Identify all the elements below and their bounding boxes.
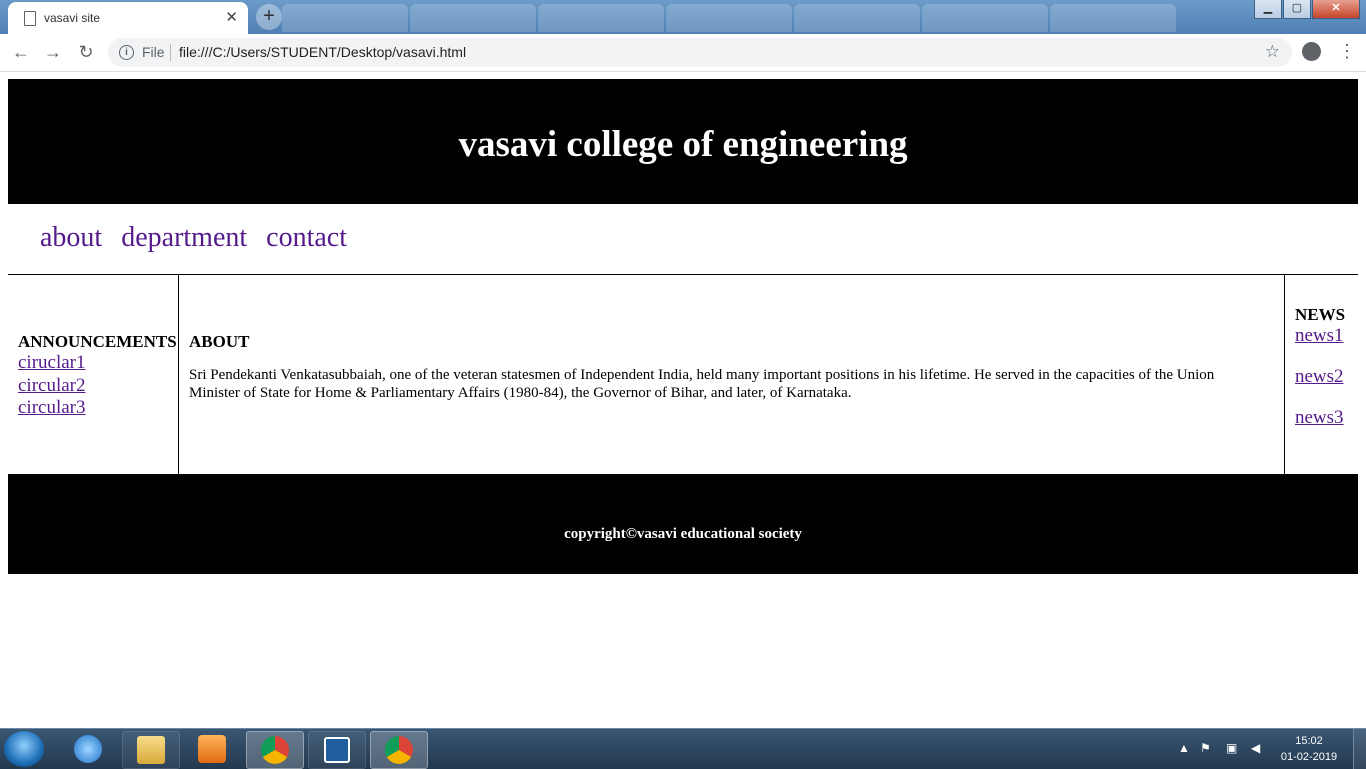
menu-kebab-icon[interactable]: ⋮	[1338, 41, 1356, 62]
nav-link-about[interactable]: about	[40, 222, 102, 253]
maximize-button[interactable]: ▢	[1283, 0, 1311, 19]
circular-link-1[interactable]: ciruclar1	[18, 352, 86, 374]
action-center-flag-icon[interactable]: ⚑	[1200, 741, 1211, 755]
window-close-button[interactable]: ✕	[1312, 0, 1360, 19]
active-tab[interactable]: vasavi site ✕	[8, 2, 248, 34]
about-heading: ABOUT	[189, 332, 250, 351]
start-button-icon[interactable]	[4, 731, 44, 767]
system-clock[interactable]: 15:02 01-02-2019	[1274, 733, 1344, 765]
chrome-taskbar-icon[interactable]	[246, 731, 304, 769]
nav-link-department[interactable]: department	[121, 222, 247, 253]
page-header: vasavi college of engineering	[8, 79, 1358, 204]
minimize-button[interactable]: ▁	[1254, 0, 1282, 19]
background-tab[interactable]	[282, 4, 408, 32]
file-icon	[24, 11, 36, 26]
clock-date: 01-02-2019	[1280, 751, 1338, 763]
background-tab[interactable]	[1050, 4, 1176, 32]
show-hidden-icons-icon[interactable]: ▲	[1178, 741, 1190, 755]
media-player-icon[interactable]	[184, 731, 240, 767]
address-separator	[170, 44, 171, 61]
browser-toolbar: ← → ↻ i File file:///C:/Users/STUDENT/De…	[0, 34, 1366, 72]
volume-icon[interactable]: ◀	[1251, 741, 1260, 755]
file-explorer-icon[interactable]	[122, 731, 180, 769]
circular-link-3[interactable]: circular3	[18, 397, 86, 419]
taskbar: ▲ ⚑ ▣ ◀ 15:02 01-02-2019	[0, 728, 1366, 769]
internet-explorer-icon[interactable]	[60, 731, 116, 767]
content-table: ANNOUNCEMENTS ciruclar1 circular2 circul…	[8, 274, 1358, 475]
background-tab[interactable]	[538, 4, 664, 32]
chrome-taskbar-icon-2[interactable]	[370, 731, 428, 769]
news-column: NEWS news1 news2 news3	[1284, 275, 1358, 475]
browser-tab-strip: vasavi site ✕ + ▁ ▢ ✕	[0, 0, 1366, 34]
address-bar[interactable]: i File file:///C:/Users/STUDENT/Desktop/…	[108, 38, 1292, 67]
app-taskbar-icon[interactable]	[308, 731, 366, 769]
copyright-text: copyright©vasavi educational society	[564, 526, 802, 542]
news-heading: NEWS	[1295, 305, 1346, 324]
background-tab[interactable]	[410, 4, 536, 32]
info-icon[interactable]: i	[119, 45, 134, 60]
background-tab[interactable]	[666, 4, 792, 32]
clock-time: 15:02	[1295, 735, 1323, 747]
news-link-3[interactable]: news3	[1295, 407, 1344, 429]
bookmark-star-icon[interactable]: ☆	[1265, 42, 1280, 62]
news-link-1[interactable]: news1	[1295, 325, 1344, 347]
circular-link-2[interactable]: circular2	[18, 375, 86, 397]
reload-icon[interactable]: ↻	[75, 41, 97, 63]
background-tab[interactable]	[922, 4, 1048, 32]
nav-links: about department contact	[40, 222, 359, 254]
network-icon[interactable]: ▣	[1226, 741, 1237, 755]
announcements-heading: ANNOUNCEMENTS	[18, 332, 177, 351]
show-desktop-button[interactable]	[1353, 729, 1366, 769]
about-column: ABOUT Sri Pendekanti Venkatasubbaiah, on…	[189, 332, 1259, 402]
background-tab[interactable]	[794, 4, 920, 32]
url-text[interactable]: file:///C:/Users/STUDENT/Desktop/vasavi.…	[179, 44, 466, 60]
nav-link-contact[interactable]: contact	[266, 222, 347, 253]
announcements-column: ANNOUNCEMENTS ciruclar1 circular2 circul…	[8, 275, 179, 475]
window-controls: ▁ ▢ ✕	[1254, 0, 1360, 19]
back-arrow-icon[interactable]: ←	[10, 41, 32, 63]
web-page: vasavi college of engineering about depa…	[0, 72, 1366, 728]
news-link-2[interactable]: news2	[1295, 366, 1344, 388]
new-tab-button[interactable]: +	[256, 4, 282, 30]
profile-avatar-icon[interactable]	[1302, 42, 1321, 61]
about-text: Sri Pendekanti Venkatasubbaiah, one of t…	[189, 367, 1215, 401]
forward-arrow-icon[interactable]: →	[42, 41, 64, 63]
page-title: vasavi college of engineering	[458, 124, 908, 165]
close-tab-icon[interactable]: ✕	[225, 8, 238, 26]
tab-title: vasavi site	[44, 11, 101, 25]
address-scheme-label: File	[142, 44, 165, 60]
page-footer: copyright©vasavi educational society	[8, 474, 1358, 574]
